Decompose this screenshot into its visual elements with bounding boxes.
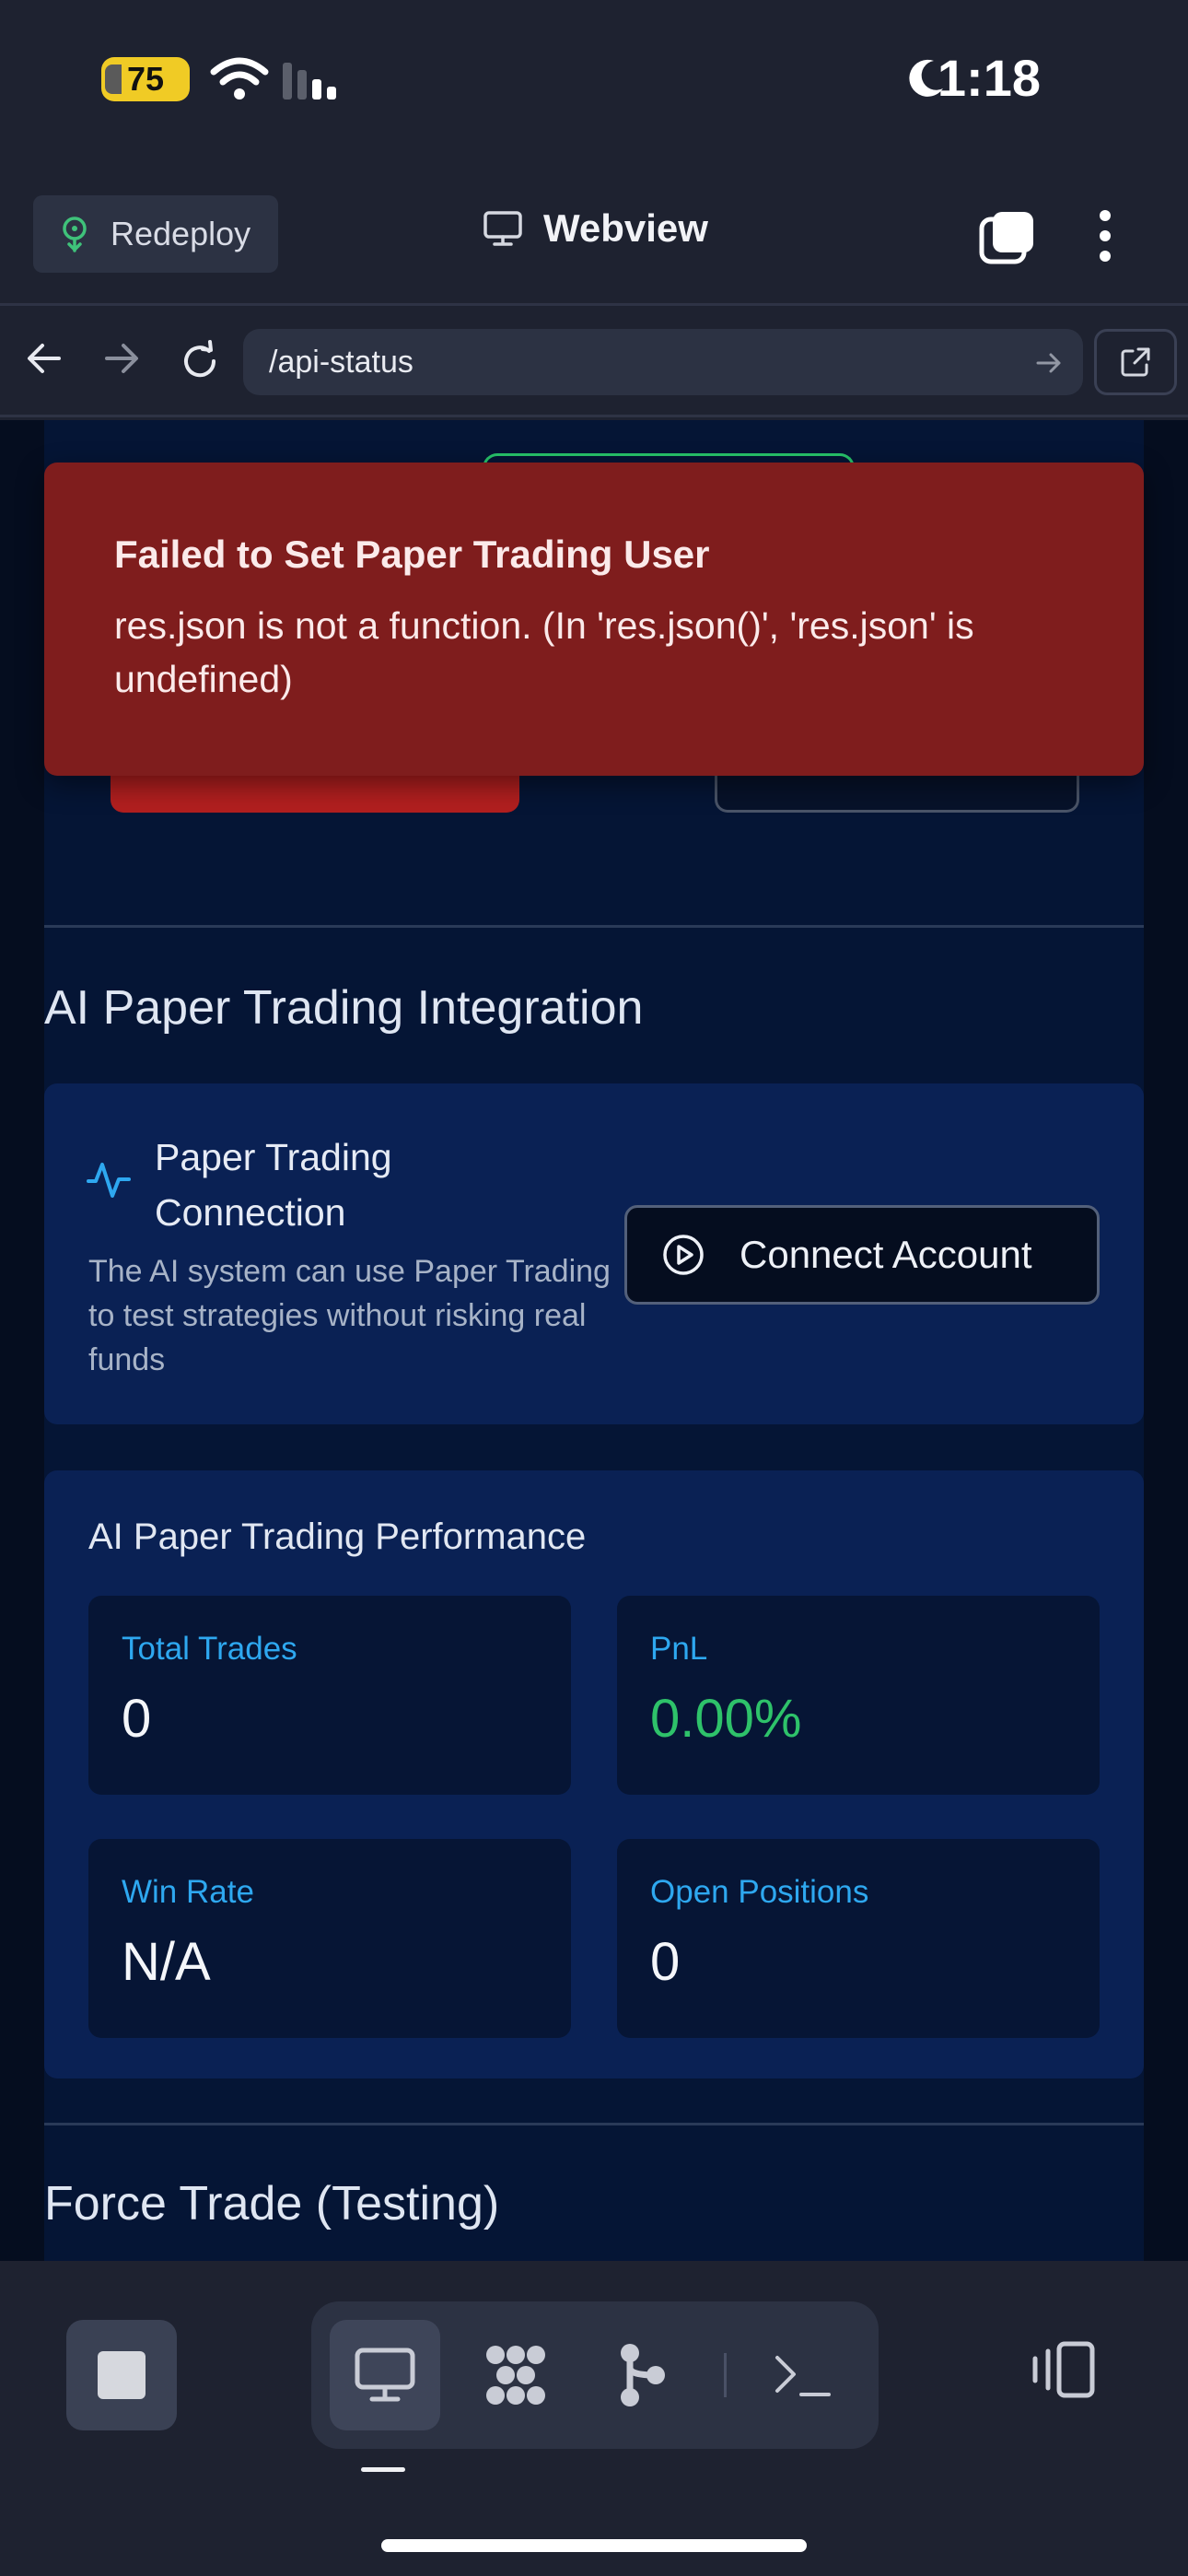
stat-label: Total Trades <box>122 1631 297 1667</box>
stat-label: PnL <box>650 1631 708 1667</box>
stat-value: N/A <box>122 1932 211 1992</box>
git-tool-button[interactable] <box>588 2320 698 2430</box>
tabs-icon[interactable] <box>978 208 1037 267</box>
stat-open-positions: Open Positions 0 <box>617 1839 1100 2038</box>
webview-title: Webview <box>483 206 708 251</box>
terminal-icon <box>775 2356 831 2396</box>
forward-arrow-icon[interactable] <box>103 340 140 377</box>
integration-heading: AI Paper Trading Integration <box>44 981 644 1035</box>
battery-indicator: 75 <box>101 57 190 101</box>
stat-label: Open Positions <box>650 1874 869 1910</box>
monitor-icon <box>483 211 522 246</box>
reload-icon[interactable] <box>179 340 221 382</box>
address-bar: /api-status <box>0 309 1188 417</box>
connect-account-button[interactable]: Connect Account <box>624 1205 1100 1305</box>
connect-account-label: Connect Account <box>740 1233 1032 1276</box>
connection-title: Paper Trading Connection <box>155 1136 392 1234</box>
stat-win-rate: Win Rate N/A <box>88 1839 571 2038</box>
bottom-toolbar <box>0 2261 1188 2576</box>
external-link-icon <box>1121 347 1150 377</box>
url-text: /api-status <box>269 344 413 380</box>
deploy-icon <box>63 217 87 252</box>
cellular-signal-icon <box>283 63 336 100</box>
home-indicator <box>381 2539 807 2552</box>
stop-button[interactable] <box>66 2320 177 2430</box>
active-tab-indicator <box>361 2467 405 2472</box>
connection-description: The AI system can use Paper Trading to t… <box>88 1254 611 1377</box>
section-divider <box>44 2123 1144 2125</box>
open-external-button[interactable] <box>1094 329 1177 395</box>
battery-level: 75 <box>126 60 165 98</box>
stat-pnl: PnL 0.00% <box>617 1596 1100 1795</box>
redeploy-label: Redeploy <box>111 215 251 252</box>
stat-value: 0 <box>650 1932 681 1992</box>
app-header: Redeploy Webview <box>0 184 1188 306</box>
toast-message: res.json is not a function. (In 'res.jso… <box>114 604 974 700</box>
webview-label: Webview <box>543 206 708 250</box>
status-bar: 75 1:18 <box>0 0 1188 157</box>
stat-label: Win Rate <box>122 1874 254 1910</box>
agent-tool-button[interactable] <box>460 2320 571 2430</box>
shell-tool-button[interactable] <box>748 2320 858 2430</box>
stop-icon <box>98 2351 146 2399</box>
paper-trading-connection-card: Paper Trading Connection The AI system c… <box>44 1083 1144 1424</box>
play-circle-icon <box>663 1235 704 1275</box>
toolbar-separator <box>724 2353 727 2397</box>
more-options-icon[interactable] <box>1087 206 1124 265</box>
performance-card: AI Paper Trading Performance Total Trade… <box>44 1470 1144 2078</box>
activity-icon <box>87 1163 131 1198</box>
error-toast[interactable]: Failed to Set Paper Trading User res.jso… <box>44 463 1144 776</box>
agent-icon <box>486 2346 545 2405</box>
stat-value: 0.00% <box>650 1689 802 1749</box>
monitor-icon <box>355 2348 415 2402</box>
wifi-icon <box>210 57 269 100</box>
status-time: 1:18 <box>937 49 1041 107</box>
git-branch-icon <box>621 2344 665 2406</box>
go-arrow-icon[interactable] <box>1035 349 1063 377</box>
toast-title: Failed to Set Paper Trading User <box>114 533 710 576</box>
back-arrow-icon[interactable] <box>26 340 63 377</box>
tool-switcher <box>311 2301 879 2449</box>
force-trade-heading: Force Trade (Testing) <box>44 2177 500 2231</box>
redeploy-button[interactable]: Redeploy <box>33 195 278 273</box>
url-input[interactable]: /api-status <box>243 329 1083 395</box>
panel-toggle-icon[interactable] <box>1028 2340 1098 2399</box>
stat-value: 0 <box>122 1689 152 1749</box>
section-divider <box>44 925 1144 928</box>
performance-title: AI Paper Trading Performance <box>88 1516 587 1557</box>
stat-total-trades: Total Trades 0 <box>88 1596 571 1795</box>
webview-tool-button[interactable] <box>330 2320 440 2430</box>
